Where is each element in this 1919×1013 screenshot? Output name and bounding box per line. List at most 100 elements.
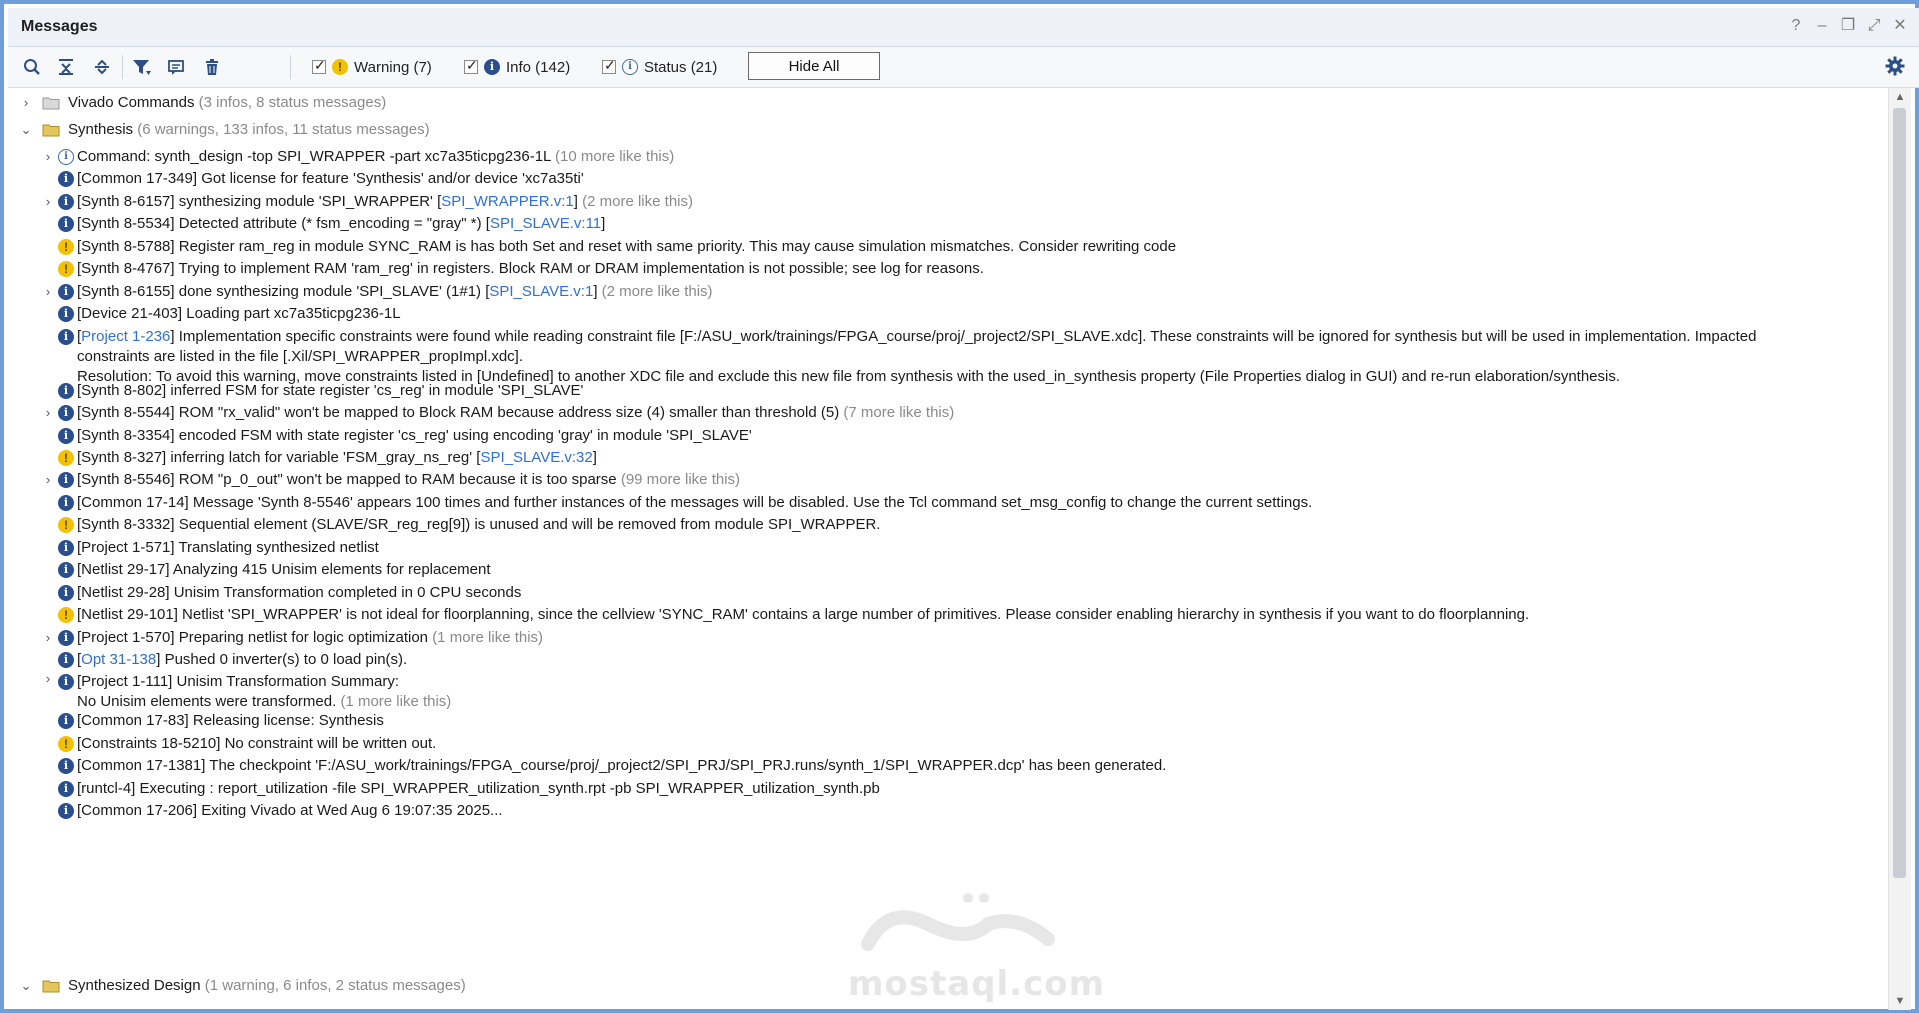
vertical-scrollbar[interactable]: ▲ ▼ [1888, 88, 1911, 1010]
restore-icon[interactable]: ❐ [1839, 16, 1857, 36]
message-link[interactable]: SPI_SLAVE.v:1 [489, 283, 593, 300]
warning-icon: ! [58, 607, 74, 624]
folder-open-icon [42, 124, 60, 137]
folder-open-icon [42, 980, 60, 993]
message-text: Implementation specific constraints were… [178, 327, 1757, 345]
info-checkbox[interactable] [464, 57, 478, 74]
group-summary: (1 warning, 6 infos, 2 status messages) [204, 977, 466, 994]
status-filter[interactable]: i Status (21) [602, 56, 717, 78]
group-synthesis[interactable]: ⌄ Synthesis (6 warnings, 133 infos, 11 s… [18, 117, 1818, 143]
message-text-after: ] [592, 448, 597, 466]
message-text: [Synth 8-5544] ROM "rx_valid" won't be m… [77, 404, 840, 422]
message-link[interactable]: SPI_WRAPPER.v:1 [441, 193, 574, 210]
more-like-this: (99 more like this) [620, 471, 741, 489]
message-text: Command: synth_design -top SPI_WRAPPER -… [77, 148, 551, 165]
warning-icon: ! [58, 261, 74, 278]
group-name: Vivado Commands [68, 94, 195, 111]
message-text: [Project 1-111] Unisim Transformation Su… [77, 673, 400, 691]
message-icon[interactable] [162, 53, 190, 81]
status-checkbox[interactable] [602, 57, 616, 74]
warning-icon: ! [58, 517, 74, 534]
warning-icon: ! [58, 735, 74, 752]
message-link[interactable]: SPI_SLAVE.v:32 [480, 449, 592, 466]
warning-icon: ! [58, 449, 74, 466]
status-filter-label: Status (21) [644, 58, 718, 76]
message-text: [Common 17-349] Got license for feature … [77, 170, 584, 188]
info-icon: i [58, 283, 74, 300]
close-icon[interactable]: ✕ [1891, 16, 1909, 36]
search-icon[interactable] [18, 53, 46, 81]
maximize-icon[interactable]: ⤢ [1865, 16, 1883, 36]
warning-icon: ! [58, 238, 74, 255]
info-icon: i [58, 193, 74, 210]
expand-all-icon[interactable] [88, 53, 116, 81]
warning-checkbox[interactable] [312, 57, 326, 74]
message-text: [Common 17-83] Releasing license: Synthe… [77, 712, 384, 730]
messages-window: Messages ? – ❐ ⤢ ✕ ! [0, 0, 1919, 1013]
warning-filter-label: Warning (7) [354, 58, 432, 76]
message-text: [runtcl-4] Executing : report_utilizatio… [77, 779, 880, 797]
watermark-logo [861, 893, 1055, 951]
help-icon[interactable]: ? [1787, 16, 1805, 36]
status-icon: i [622, 59, 638, 75]
scroll-up-icon[interactable]: ▲ [1889, 88, 1911, 106]
message-text: [Synth 8-3354] encoded FSM with state re… [77, 426, 752, 444]
info-icon: i [58, 216, 74, 233]
message-text: [Synth 8-5788] Register ram_reg in modul… [77, 237, 1177, 255]
message-text: [Project 1-570] Preparing netlist for lo… [77, 628, 429, 646]
info-icon: i [58, 494, 74, 511]
hide-all-button[interactable]: Hide All [748, 52, 880, 80]
info-icon: i [58, 780, 74, 797]
info-icon: i [58, 629, 74, 646]
message-text: [Netlist 29-17] Analyzing 415 Unisim ele… [77, 561, 491, 579]
chevron-down-icon[interactable]: ⌄ [18, 117, 34, 143]
title-bar: Messages ? – ❐ ⤢ ✕ [8, 8, 1919, 47]
message-text: [Project 1-571] Translating synthesized … [77, 538, 379, 556]
message-link[interactable]: SPI_SLAVE.v:11 [490, 215, 601, 232]
info-icon: i [58, 584, 74, 601]
info-icon: i [58, 382, 74, 399]
message-link[interactable]: Project 1-236 [81, 328, 170, 345]
message-row[interactable]: i [Project 1-236] Implementation specific… [18, 324, 1838, 385]
info-icon: i [58, 328, 74, 345]
message-text: [Synth 8-327] inferring latch for variab… [77, 448, 481, 466]
info-icon: i [58, 713, 74, 730]
message-text: [Netlist 29-101] Netlist 'SPI_WRAPPER' i… [77, 606, 1530, 624]
info-icon: i [484, 59, 500, 75]
info-filter[interactable]: i Info (142) [464, 56, 570, 78]
warning-filter[interactable]: ! Warning (7) [312, 56, 432, 78]
message-text-line2: constraints are listed in the file [.Xil… [77, 347, 524, 365]
filter-icon[interactable] [128, 53, 156, 81]
info-icon: i [58, 674, 74, 691]
scroll-down-icon[interactable]: ▼ [1889, 992, 1911, 1010]
message-text: [Netlist 29-28] Unisim Transformation co… [77, 583, 522, 601]
chevron-right-icon[interactable]: › [40, 669, 56, 695]
collapse-all-icon[interactable] [52, 53, 80, 81]
info-icon: i [58, 306, 74, 323]
message-text-after: ] [601, 215, 606, 233]
more-like-this: (7 more like this) [843, 404, 955, 422]
message-link[interactable]: Opt 31-138 [81, 651, 156, 668]
chevron-down-icon[interactable]: ⌄ [18, 973, 34, 999]
more-like-this: (1 more like this) [432, 628, 544, 646]
watermark: mostaql.com [848, 884, 1104, 1004]
group-summary: (3 infos, 8 status messages) [198, 94, 387, 111]
message-row[interactable]: › i [Project 1-111] Unisim Transformation … [18, 669, 1838, 713]
message-text: [Synth 8-802] inferred FSM for state reg… [77, 381, 584, 399]
scrollbar-thumb[interactable] [1893, 108, 1906, 878]
message-text: [Common 17-14] Message 'Synth 8-5546' ap… [77, 493, 1313, 511]
info-icon: i [58, 171, 74, 188]
warning-icon: ! [332, 59, 348, 75]
info-icon: i [58, 427, 74, 444]
more-like-this: (2 more like this) [601, 282, 713, 300]
info-icon: i [58, 652, 74, 668]
delete-icon[interactable] [198, 53, 226, 81]
message-text: [Synth 8-3332] Sequential element (SLAVE… [77, 516, 881, 534]
message-row[interactable]: i [Common 17-206] Exiting Vivado at Wed A… [18, 798, 1838, 826]
gear-icon[interactable] [1885, 56, 1905, 80]
group-vivado-commands[interactable]: › Vivado Commands (3 infos, 8 status mes… [18, 90, 1818, 116]
chevron-right-icon[interactable]: › [18, 90, 34, 116]
info-icon: i [58, 758, 74, 775]
minimize-icon[interactable]: – [1813, 16, 1831, 36]
message-text: Pushed 0 inverter(s) to 0 load pin(s). [164, 651, 408, 668]
